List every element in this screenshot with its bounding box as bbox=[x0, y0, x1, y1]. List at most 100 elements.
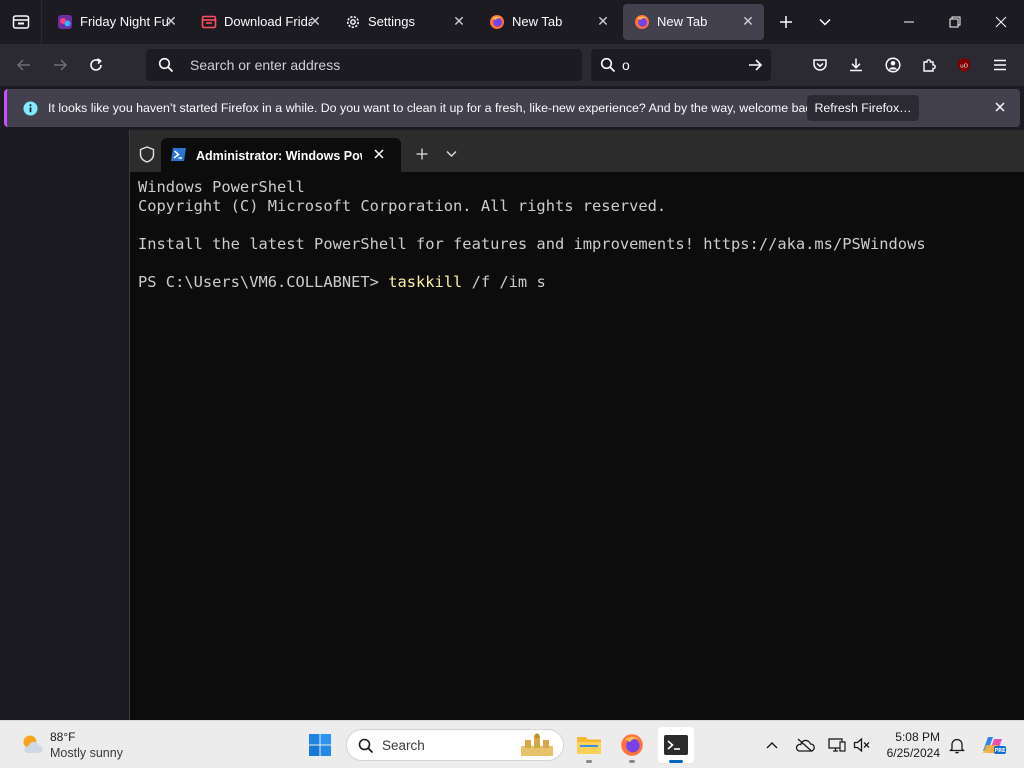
close-icon[interactable]: ✕ bbox=[164, 14, 178, 28]
store-favicon bbox=[201, 15, 217, 29]
cloud-offline-icon bbox=[795, 738, 815, 752]
terminal-prompt-line: PS C:\Users\VM6.COLLABNET> taskkill /f /… bbox=[138, 273, 926, 292]
network-button[interactable] bbox=[826, 734, 848, 756]
plus-icon bbox=[780, 16, 792, 28]
speaker-muted-icon bbox=[853, 737, 870, 753]
terminal-icon bbox=[664, 735, 688, 755]
notification-message: It looks like you haven’t started Firefo… bbox=[48, 101, 822, 115]
firefox-icon bbox=[490, 15, 504, 29]
arrow-right-icon bbox=[54, 59, 68, 71]
taskbar-app-file-explorer[interactable] bbox=[571, 727, 607, 763]
bell-icon bbox=[949, 738, 965, 753]
plus-icon[interactable] bbox=[416, 148, 428, 160]
minimize-icon bbox=[904, 21, 914, 23]
refresh-firefox-button[interactable]: Refresh Firefox… bbox=[807, 95, 919, 121]
close-icon[interactable] bbox=[373, 148, 385, 160]
fnf-favicon bbox=[58, 15, 72, 29]
firefox-icon bbox=[635, 15, 649, 29]
menu-button[interactable] bbox=[986, 51, 1014, 79]
weather-temperature: 88°F bbox=[50, 730, 76, 744]
firefox-view-button[interactable] bbox=[0, 0, 42, 44]
taskbar-app-firefox[interactable] bbox=[614, 727, 650, 763]
search-bar[interactable]: o bbox=[591, 49, 771, 81]
arrow-right-icon[interactable] bbox=[747, 57, 763, 73]
info-icon bbox=[23, 101, 38, 116]
tab-label: Settings bbox=[368, 14, 415, 29]
notifications-button[interactable] bbox=[946, 734, 968, 756]
browser-tab-strip: Friday Night Fur ✕ Download Friday ✕ Set… bbox=[0, 0, 1024, 44]
search-icon bbox=[358, 738, 374, 754]
terminal-tab-title: Administrator: Windows PowerShell bbox=[196, 149, 362, 163]
extensions-button[interactable] bbox=[915, 51, 943, 79]
taskbar-app-terminal[interactable] bbox=[658, 727, 694, 763]
running-indicator bbox=[629, 760, 635, 763]
show-hidden-icons-button[interactable] bbox=[761, 734, 783, 756]
terminal-line: Install the latest PowerShell for featur… bbox=[138, 235, 926, 253]
pocket-icon bbox=[813, 59, 827, 71]
tab-label: New Tab bbox=[657, 14, 708, 29]
terminal-output[interactable]: Windows PowerShell Copyright (C) Microsof… bbox=[138, 178, 926, 292]
ublock-button[interactable]: uO bbox=[950, 51, 978, 79]
running-indicator bbox=[586, 760, 592, 763]
back-button[interactable] bbox=[10, 51, 38, 79]
terminal-command: taskkill bbox=[388, 273, 463, 291]
gear-icon bbox=[347, 16, 359, 28]
hamburger-menu-icon bbox=[994, 59, 1006, 71]
network-icon bbox=[828, 738, 846, 752]
close-icon[interactable]: ✕ bbox=[741, 14, 755, 28]
firefox-icon bbox=[621, 734, 643, 756]
close-icon bbox=[995, 16, 1007, 28]
browser-tab[interactable]: Settings ✕ bbox=[334, 4, 474, 40]
onedrive-button[interactable] bbox=[794, 734, 816, 756]
browser-tab[interactable]: Download Friday ✕ bbox=[190, 4, 330, 40]
restore-button[interactable] bbox=[932, 0, 978, 44]
pocket-button[interactable] bbox=[806, 51, 834, 79]
refresh-firefox-notification: It looks like you haven’t started Firefo… bbox=[4, 89, 1020, 127]
close-icon[interactable]: ✕ bbox=[596, 14, 610, 28]
svg-text:uO: uO bbox=[960, 64, 968, 70]
chevron-down-icon[interactable] bbox=[446, 150, 457, 158]
list-all-tabs-button[interactable] bbox=[802, 0, 848, 44]
forward-button[interactable] bbox=[46, 51, 74, 79]
browser-tab[interactable]: New Tab ✕ bbox=[478, 4, 618, 40]
weather-description: Mostly sunny bbox=[50, 746, 123, 760]
weather-widget[interactable]: 88°F Mostly sunny bbox=[8, 725, 128, 765]
svg-text:PRE: PRE bbox=[995, 748, 1006, 754]
browser-tab-active[interactable]: New Tab ✕ bbox=[623, 4, 764, 40]
restore-icon bbox=[949, 16, 961, 28]
running-indicator bbox=[669, 760, 683, 763]
address-placeholder: Search or enter address bbox=[190, 57, 341, 73]
address-bar[interactable]: Search or enter address bbox=[146, 49, 582, 81]
puzzle-icon bbox=[923, 59, 936, 72]
terminal-line: Windows PowerShell bbox=[138, 178, 305, 196]
downloads-button[interactable] bbox=[842, 51, 870, 79]
start-button[interactable] bbox=[302, 727, 338, 763]
account-button[interactable] bbox=[879, 51, 907, 79]
tab-label: Friday Night Fur bbox=[80, 14, 170, 29]
volume-button[interactable] bbox=[851, 734, 873, 756]
clock-time[interactable]: 5:08 PM bbox=[880, 730, 940, 744]
browser-tab[interactable]: Friday Night Fur ✕ bbox=[46, 4, 186, 40]
taskbar-search-box[interactable]: Search bbox=[346, 729, 564, 761]
copilot-button[interactable]: PRE bbox=[980, 732, 1006, 758]
minimize-button[interactable] bbox=[886, 0, 932, 44]
terminal-window[interactable]: Administrator: Windows PowerShell Window… bbox=[130, 130, 1024, 720]
terminal-line: Copyright (C) Microsoft Corporation. All… bbox=[138, 197, 667, 215]
clock-date[interactable]: 6/25/2024 bbox=[880, 746, 940, 760]
close-icon[interactable] bbox=[993, 100, 1007, 114]
account-icon bbox=[885, 57, 901, 73]
download-icon bbox=[850, 58, 862, 72]
file-explorer-icon bbox=[577, 737, 601, 754]
close-icon[interactable]: ✕ bbox=[452, 14, 466, 28]
terminal-tab[interactable]: Administrator: Windows PowerShell bbox=[161, 138, 401, 172]
search-highlight-icon bbox=[521, 733, 553, 756]
taskbar-search-placeholder: Search bbox=[382, 738, 425, 753]
close-window-button[interactable] bbox=[978, 0, 1024, 44]
partly-sunny-icon bbox=[23, 735, 43, 753]
reload-button[interactable] bbox=[82, 51, 110, 79]
close-icon[interactable]: ✕ bbox=[308, 14, 322, 28]
ublock-icon: uO bbox=[958, 58, 970, 72]
windows-start-icon bbox=[309, 734, 331, 756]
